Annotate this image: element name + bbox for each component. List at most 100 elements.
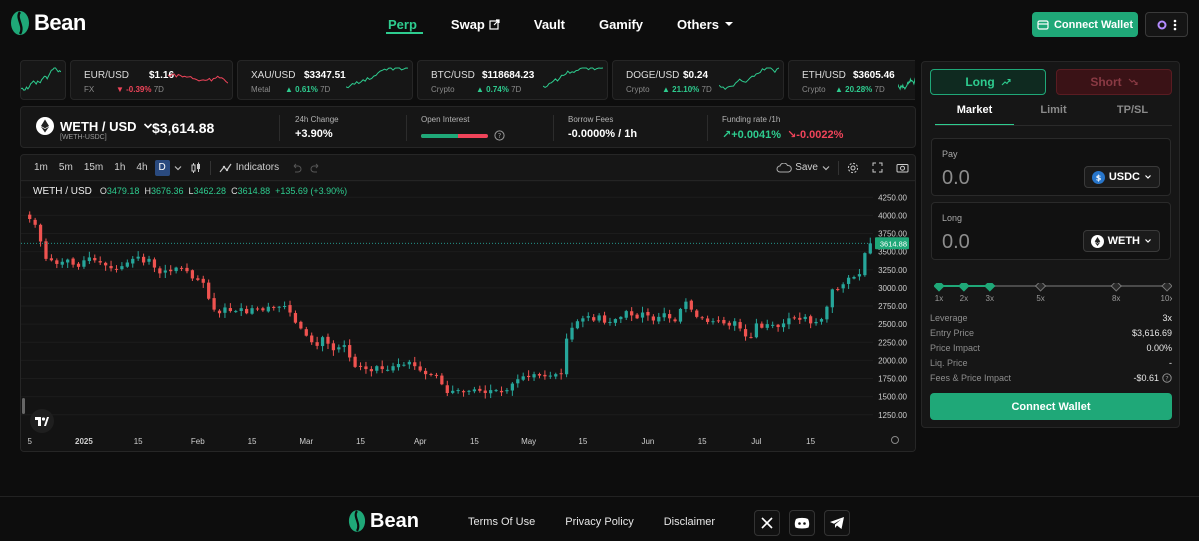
candle-body	[711, 321, 715, 323]
leverage-mark[interactable]	[1161, 280, 1173, 292]
candle-body	[532, 374, 536, 378]
x-social-button[interactable]	[754, 510, 780, 536]
brand-logo[interactable]: Bean	[10, 10, 86, 36]
candle-body	[348, 345, 352, 358]
footer-logo[interactable]: Bean	[348, 509, 419, 533]
candle-body	[266, 306, 270, 312]
disclaimer-link[interactable]: Disclaimer	[664, 516, 715, 528]
nav-perp[interactable]: Perp	[386, 0, 423, 48]
ticker-symbol: BTC/USD	[431, 70, 475, 81]
x-tick-label: Jul	[751, 437, 761, 446]
undo-icon[interactable]	[291, 163, 302, 173]
sparkline	[898, 77, 915, 91]
nav-swap[interactable]: Swap	[451, 0, 500, 48]
chart-canvas[interactable]: WETH / USD O3479.18 H3676.36 L3462.28 C3…	[21, 182, 915, 452]
candle-body	[380, 366, 384, 370]
scroll-handle[interactable]	[22, 398, 25, 414]
candle-body	[478, 388, 482, 391]
funding-short-value: ↘-0.0022%	[787, 129, 844, 141]
candle-body	[304, 329, 308, 336]
save-button[interactable]: Save	[795, 162, 818, 173]
pair-name: WETH / USD	[60, 118, 137, 134]
timeframe-1h[interactable]: 1h	[110, 160, 129, 176]
candle-body	[760, 323, 764, 328]
nav-gamify[interactable]: Gamify	[599, 0, 643, 48]
tabs-underline	[935, 125, 1172, 126]
ticker-card[interactable]: ETH/USD $3605.46 Crypto ▲ 20.28% 7D	[788, 60, 915, 100]
chevron-down-icon	[1145, 175, 1151, 179]
indicators-button[interactable]: Indicators	[236, 162, 279, 173]
timeframe-15m[interactable]: 15m	[80, 160, 107, 176]
leverage-mark[interactable]	[984, 280, 996, 292]
candle-body	[814, 321, 818, 324]
candlestick-chart[interactable]: 4250.004000.003750.003500.003250.003000.…	[21, 182, 915, 452]
chevron-down-icon[interactable]	[822, 164, 830, 172]
borrow-fees-label: Borrow Fees	[568, 115, 614, 124]
help-icon[interactable]: ?	[494, 130, 505, 141]
ticker-card[interactable]: BTC/USD $118684.23 Crypto ▲ 0.74% 7D	[417, 60, 608, 100]
leverage-mark[interactable]	[1034, 280, 1047, 292]
network-menu-button[interactable]	[1145, 12, 1188, 37]
candle-body	[613, 319, 618, 323]
ticker-card[interactable]	[20, 60, 66, 100]
candle-body	[293, 313, 298, 323]
ticker-card[interactable]: EUR/USD $1.16 FX ▼ -0.39% 7D	[70, 60, 233, 100]
candle-body	[738, 322, 742, 329]
connect-wallet-trade-button[interactable]: Connect Wallet	[930, 393, 1172, 420]
redo-icon[interactable]	[310, 163, 321, 173]
leverage-slider[interactable]: 1x 2x 3x 5x 8x 10x	[933, 280, 1173, 305]
candle-body	[413, 362, 417, 367]
privacy-link[interactable]: Privacy Policy	[565, 516, 633, 528]
tab-market[interactable]: Market	[935, 104, 1014, 126]
tab-tpsl[interactable]: TP/SL	[1093, 104, 1172, 126]
timeframe-5m[interactable]: 5m	[55, 160, 77, 176]
candle-body	[190, 270, 195, 279]
pay-token-select[interactable]: $ USDC	[1083, 166, 1160, 188]
info-key: Price Impact	[930, 343, 981, 353]
discord-social-button[interactable]	[789, 510, 815, 536]
long-amount-input[interactable]: 0.0	[942, 231, 970, 254]
connect-wallet-button[interactable]: Connect Wallet	[1032, 12, 1138, 37]
timeframe-1m[interactable]: 1m	[30, 160, 52, 176]
candle-body	[668, 314, 672, 319]
axis-settings-icon[interactable]	[891, 436, 899, 444]
long-button[interactable]: Long	[930, 69, 1046, 95]
pay-amount-input[interactable]: 0.0	[942, 167, 970, 190]
help-icon[interactable]: ?	[1162, 373, 1172, 383]
candle-body	[489, 390, 493, 394]
ticker-card[interactable]: XAU/USD $3347.51 Metal ▲ 0.61% 7D	[237, 60, 413, 100]
chevron-down-icon[interactable]	[174, 164, 182, 172]
leverage-mark[interactable]	[933, 280, 945, 292]
short-button[interactable]: Short	[1056, 69, 1172, 95]
indicators-icon[interactable]	[219, 162, 232, 174]
candle-body	[386, 369, 390, 371]
change-24h-stat: 24h Change +3.90%	[295, 115, 339, 140]
timeframe-4h[interactable]: 4h	[132, 160, 151, 176]
ticker-card[interactable]: DOGE/USD $0.24 Crypto ▲ 21.10% 7D	[612, 60, 784, 100]
candle-body	[125, 262, 129, 267]
nav-others[interactable]: Others	[677, 0, 735, 48]
candle-type-icon[interactable]	[190, 162, 202, 174]
terms-link[interactable]: Terms Of Use	[468, 516, 535, 528]
tradingview-logo[interactable]	[30, 409, 54, 433]
camera-icon[interactable]	[896, 162, 909, 173]
divider	[279, 115, 280, 141]
candle-body	[104, 262, 108, 266]
pay-box: Pay 0.0 $ USDC	[931, 138, 1171, 196]
leverage-track[interactable]: 1x 2x 3x 5x 8x 10x	[933, 280, 1173, 305]
tab-limit[interactable]: Limit	[1014, 104, 1093, 126]
eth-token-icon	[1090, 234, 1104, 248]
fullscreen-icon[interactable]	[872, 162, 883, 173]
telegram-social-button[interactable]	[824, 510, 850, 536]
x-tick-label: 15	[356, 437, 365, 446]
settings-gear-icon[interactable]	[847, 162, 859, 174]
sparkline-path	[21, 67, 61, 91]
leverage-mark[interactable]	[1110, 280, 1122, 292]
candle-body	[93, 258, 97, 261]
x-tick-label: Apr	[414, 437, 427, 446]
leverage-mark[interactable]	[958, 280, 970, 292]
pair-selector[interactable]: WETH / USD	[36, 117, 153, 135]
long-token-select[interactable]: WETH	[1082, 230, 1160, 252]
nav-vault[interactable]: Vault	[534, 0, 565, 48]
timeframe-d[interactable]: D	[154, 159, 170, 176]
